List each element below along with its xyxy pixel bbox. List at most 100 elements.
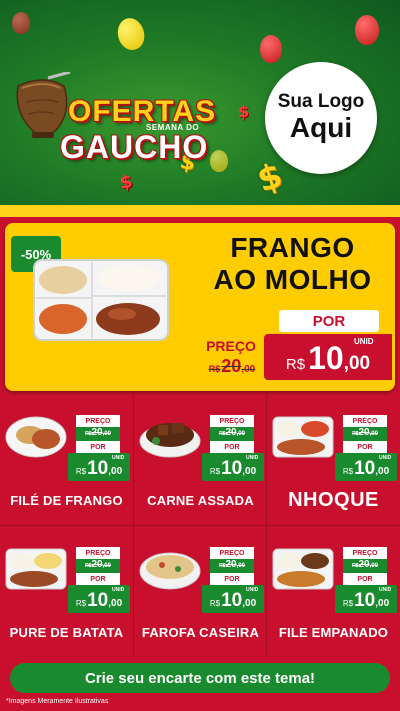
yellow-stripe [0, 205, 400, 217]
old-price-cents: ,00 [369, 431, 378, 437]
old-price-cents: ,00 [369, 563, 378, 569]
old-price: R$ 20,00 [343, 427, 387, 441]
old-price: R$ 20,00 [76, 559, 120, 573]
price-currency: R$ [209, 599, 221, 608]
por-label: POR [76, 441, 120, 453]
featured-product-title: FRANGO AO MOLHO [200, 232, 385, 295]
unit-label: UNID [246, 587, 259, 593]
price-value: 10 [87, 590, 109, 611]
create-flyer-button[interactable]: Crie seu encarte com este tema! [10, 663, 390, 693]
por-label: POR [343, 441, 387, 453]
old-price: R$ 20,00 [210, 559, 254, 573]
old-price-cents: ,00 [102, 563, 111, 569]
unit-label: UNID [246, 455, 259, 461]
product-card-pure-batata[interactable]: PREÇO R$ 20,00 POR R$ 10,00 UNID PURE DE BATATA [0, 527, 133, 655]
balloon-red [12, 12, 30, 34]
por-label: POR [76, 573, 120, 585]
preco-label: PREÇO [343, 547, 387, 559]
logo-line2: Aqui [289, 112, 353, 144]
price-currency: R$ [342, 599, 354, 608]
old-price-currency: R$ [208, 364, 221, 374]
title-gaucho: GAUCHO [60, 129, 209, 165]
price-currency: R$ [209, 467, 221, 476]
logo-line1: Sua Logo [277, 91, 365, 113]
price-cents: ,00 [242, 466, 257, 477]
old-price-value: 20 [358, 427, 370, 438]
product-card-file-empanado[interactable]: PREÇO R$ 20,00 POR R$ 10,00 UNID FILE EMPANADO [267, 527, 400, 655]
featured-title-line1: FRANGO [230, 232, 355, 263]
product-card-carne-assada[interactable]: PREÇO R$ 20,00 POR R$ 10,00 UNID CARNE ASSADA [134, 395, 267, 523]
balloon-yellow [114, 15, 148, 53]
price-cents: ,00 [343, 353, 371, 374]
old-price-cents: ,00 [236, 563, 245, 569]
old-price-cents: ,00 [241, 364, 256, 375]
offer-title: OFERTAS SEMANA DO GAUCHO [60, 95, 250, 165]
preco-label: PREÇO [76, 415, 120, 427]
old-price-value: 20 [221, 356, 242, 376]
dish-image [5, 548, 67, 590]
por-label: POR [279, 310, 379, 332]
disclaimer-note: *Imagens Meramente Ilustrativas [6, 698, 109, 705]
unit-label: UNID [379, 587, 392, 593]
old-price-cents: ,00 [236, 431, 245, 437]
dollar-icon: $ [252, 155, 288, 201]
price-value: 10 [221, 590, 243, 611]
dish-image [139, 552, 201, 590]
product-name: FILE EMPANADO [278, 625, 389, 640]
preco-label: PREÇO [200, 336, 262, 356]
old-price-value: 20 [225, 427, 237, 438]
price-value: 10 [87, 458, 109, 479]
price-cents: ,00 [108, 466, 123, 477]
old-price: R$ 20,00 [343, 559, 387, 573]
balloon-red [260, 35, 282, 63]
por-label: POR [210, 573, 254, 585]
product-card-file-frango[interactable]: PREÇO R$ 20,00 POR R$ 10,00 UNID FILÉ DE FRANGO [0, 395, 133, 523]
preco-label: PREÇO [210, 415, 254, 427]
old-price-value: 20 [358, 559, 370, 570]
grid-divider [0, 525, 400, 526]
product-name: NHOQUE [288, 489, 379, 511]
price-value: 10 [354, 458, 376, 479]
dish-image [272, 416, 334, 458]
price-value: 10 [354, 590, 376, 611]
featured-title-line2: AO MOLHO [213, 263, 372, 295]
dish-image [272, 548, 334, 590]
unit-label: UNID [354, 337, 374, 346]
meal-tray-image [33, 259, 169, 341]
product-card-nhoque[interactable]: PREÇO R$ 20,00 POR R$ 10,00 UNID NHOQUE [267, 395, 400, 523]
product-name: FAROFA CASEIRA [141, 625, 260, 640]
por-label: POR [343, 573, 387, 585]
product-name: FILÉ DE FRANGO [10, 493, 123, 508]
preco-label: PREÇO [76, 547, 120, 559]
price-cents: ,00 [108, 598, 123, 609]
product-name: PURE DE BATATA [9, 625, 124, 640]
price-cents: ,00 [242, 598, 257, 609]
price-currency: R$ [342, 467, 354, 476]
preco-label: PREÇO [343, 415, 387, 427]
old-price: R$ 20 ,00 [200, 356, 264, 380]
dollar-icon: $ [118, 171, 135, 194]
price-value: 10 [221, 458, 243, 479]
old-price-value: 20 [91, 427, 103, 438]
product-name: CARNE ASSADA [147, 493, 254, 508]
unit-label: UNID [379, 455, 392, 461]
product-card-farofa-caseira[interactable]: PREÇO R$ 20,00 POR R$ 10,00 UNID FAROFA CASEIRA [134, 527, 267, 655]
unit-label: UNID [112, 587, 125, 593]
old-price: R$ 20,00 [76, 427, 120, 441]
logo-placeholder[interactable]: Sua Logo Aqui [265, 62, 377, 174]
price-currency: R$ [285, 356, 306, 373]
balloon-red [355, 15, 379, 45]
price-value: 10 [308, 340, 344, 376]
dish-image [5, 416, 67, 458]
old-price: R$ 20,00 [210, 427, 254, 441]
price-cents: ,00 [375, 466, 390, 477]
price-currency: R$ [75, 599, 87, 608]
preco-label: PREÇO [210, 547, 254, 559]
old-price-value: 20 [225, 559, 237, 570]
header-banner: $ $ $ $ OFERTAS SEMANA DO GAUCHO Sua Log… [0, 0, 400, 215]
old-price-value: 20 [91, 559, 103, 570]
old-price-cents: ,00 [102, 431, 111, 437]
dish-image [139, 423, 201, 458]
price-cents: ,00 [375, 598, 390, 609]
por-label: POR [210, 441, 254, 453]
